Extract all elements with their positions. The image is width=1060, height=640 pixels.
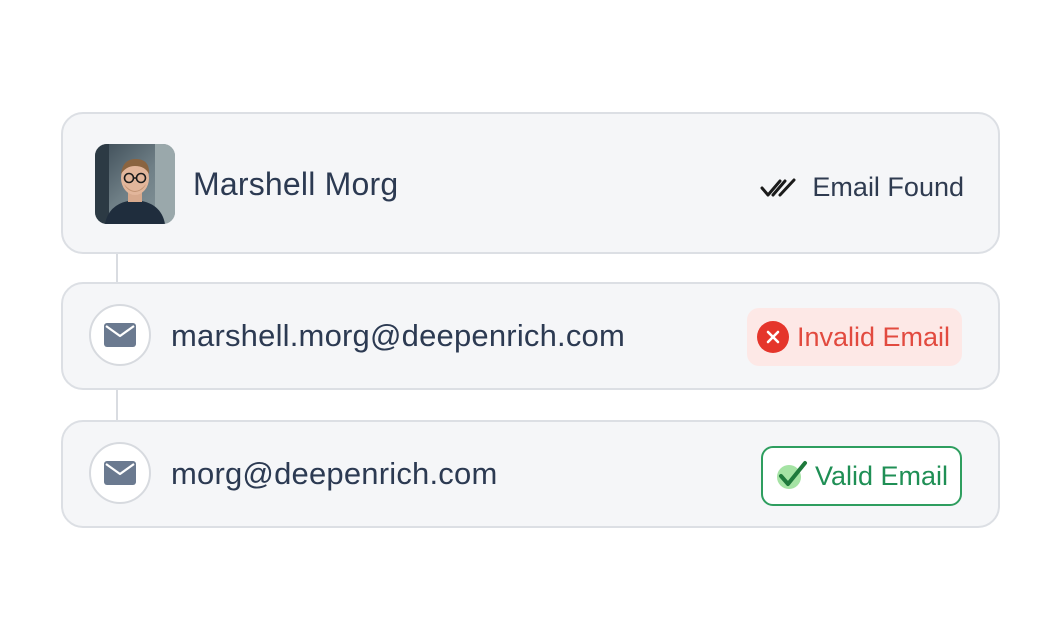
double-check-icon xyxy=(760,177,798,199)
person-name: Marshell Morg xyxy=(193,166,399,202)
email-address: morg@deepenrich.com xyxy=(171,456,498,491)
x-circle-icon xyxy=(756,321,789,353)
mail-icon xyxy=(104,323,136,347)
invalid-email-badge: Invalid Email xyxy=(746,308,962,366)
person-card[interactable]: Marshell Morg Email Found xyxy=(61,112,1000,254)
avatar xyxy=(95,144,175,224)
email-found-label: Email Found xyxy=(812,172,964,202)
email-enrichment-panel: Marshell Morg Email Found marshell.morg@… xyxy=(0,0,1060,640)
mail-icon-circle xyxy=(89,442,151,504)
mail-icon xyxy=(104,461,136,485)
mail-icon-circle xyxy=(89,304,151,366)
connector-line xyxy=(116,390,118,420)
email-row[interactable]: marshell.morg@deepenrich.com Invalid Ema… xyxy=(61,282,1000,390)
connector-line xyxy=(116,254,118,282)
check-icon xyxy=(775,460,809,492)
email-found-status: Email Found xyxy=(760,172,964,203)
valid-email-badge: Valid Email xyxy=(760,446,962,506)
avatar-photo-icon xyxy=(95,144,175,224)
invalid-email-label: Invalid Email xyxy=(796,321,950,352)
email-address: marshell.morg@deepenrich.com xyxy=(171,318,626,353)
valid-email-label: Valid Email xyxy=(814,460,948,491)
email-row[interactable]: morg@deepenrich.com Valid Email xyxy=(61,420,1000,528)
